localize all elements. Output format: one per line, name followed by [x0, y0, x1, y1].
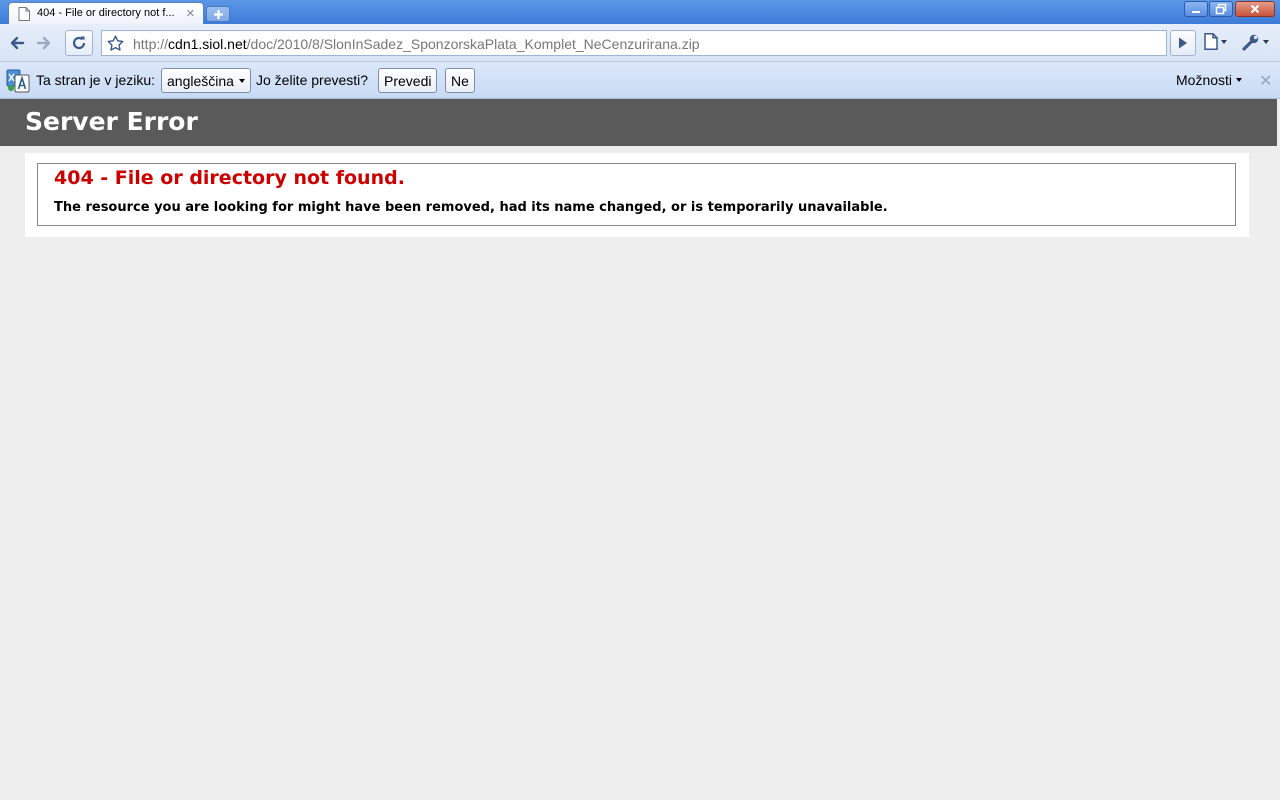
translate-question: Jo želite prevesti? — [256, 72, 369, 88]
navigation-toolbar: http://cdn1.siol.net/doc/2010/8/SlonInSa… — [0, 24, 1280, 62]
page-title: Server Error — [25, 107, 198, 136]
language-select[interactable]: angleščina — [161, 68, 251, 93]
translate-prompt: Ta stran je v jeziku: — [36, 72, 156, 88]
translate-infobar: Ta stran je v jeziku: angleščina Jo želi… — [0, 62, 1280, 99]
server-error-header: Server Error — [0, 99, 1277, 146]
close-window-button[interactable] — [1235, 1, 1275, 17]
reload-icon — [71, 35, 87, 51]
minimize-button[interactable] — [1184, 1, 1208, 17]
restore-button[interactable] — [1209, 1, 1233, 17]
play-icon — [1178, 37, 1188, 49]
language-value: angleščina — [167, 72, 234, 89]
tools-menu-button[interactable] — [1242, 33, 1269, 51]
error-message: The resource you are looking for might h… — [54, 200, 888, 215]
go-button[interactable] — [1170, 30, 1196, 56]
options-label: Možnosti — [1176, 72, 1233, 88]
window-title-bar: 404 - File or directory not f... ✕ — [0, 0, 1280, 24]
star-icon[interactable] — [107, 35, 124, 52]
address-bar[interactable]: http://cdn1.siol.net/doc/2010/8/SlonInSa… — [101, 30, 1167, 56]
translate-button[interactable]: Prevedi — [378, 68, 438, 93]
chevron-down-icon — [1236, 78, 1243, 82]
chevron-down-icon — [1263, 40, 1269, 44]
forward-arrow-icon — [36, 36, 52, 50]
url-text[interactable]: http://cdn1.siol.net/doc/2010/8/SlonInSa… — [133, 36, 700, 52]
page-menu-button[interactable] — [1204, 33, 1227, 50]
reload-button[interactable] — [65, 30, 93, 56]
back-button[interactable] — [4, 30, 30, 56]
no-button[interactable]: Ne — [445, 68, 475, 93]
back-arrow-icon — [9, 36, 25, 50]
url-host: cdn1.siol.net — [168, 36, 247, 52]
close-icon[interactable]: ✕ — [1259, 71, 1272, 91]
options-menu[interactable]: Možnosti — [1176, 72, 1243, 88]
url-path: /doc/2010/8/SlonInSadez_SponzorskaPlata_… — [246, 36, 700, 52]
tab-title: 404 - File or directory not f... — [37, 7, 175, 19]
new-tab-button[interactable] — [206, 6, 230, 22]
wrench-icon — [1242, 33, 1260, 51]
forward-button[interactable] — [31, 30, 57, 56]
page-icon — [1204, 33, 1218, 50]
page-icon — [18, 7, 30, 21]
close-tab-icon[interactable]: ✕ — [186, 7, 195, 20]
error-title: 404 - File or directory not found. — [54, 167, 405, 189]
browser-tab[interactable]: 404 - File or directory not f... ✕ — [8, 2, 204, 24]
error-box: 404 - File or directory not found. The r… — [37, 163, 1236, 226]
chevron-down-icon — [238, 78, 245, 83]
url-scheme: http:// — [133, 36, 169, 52]
translate-icon — [6, 69, 30, 93]
content-area: 404 - File or directory not found. The r… — [25, 153, 1249, 237]
chevron-down-icon — [1221, 39, 1227, 44]
